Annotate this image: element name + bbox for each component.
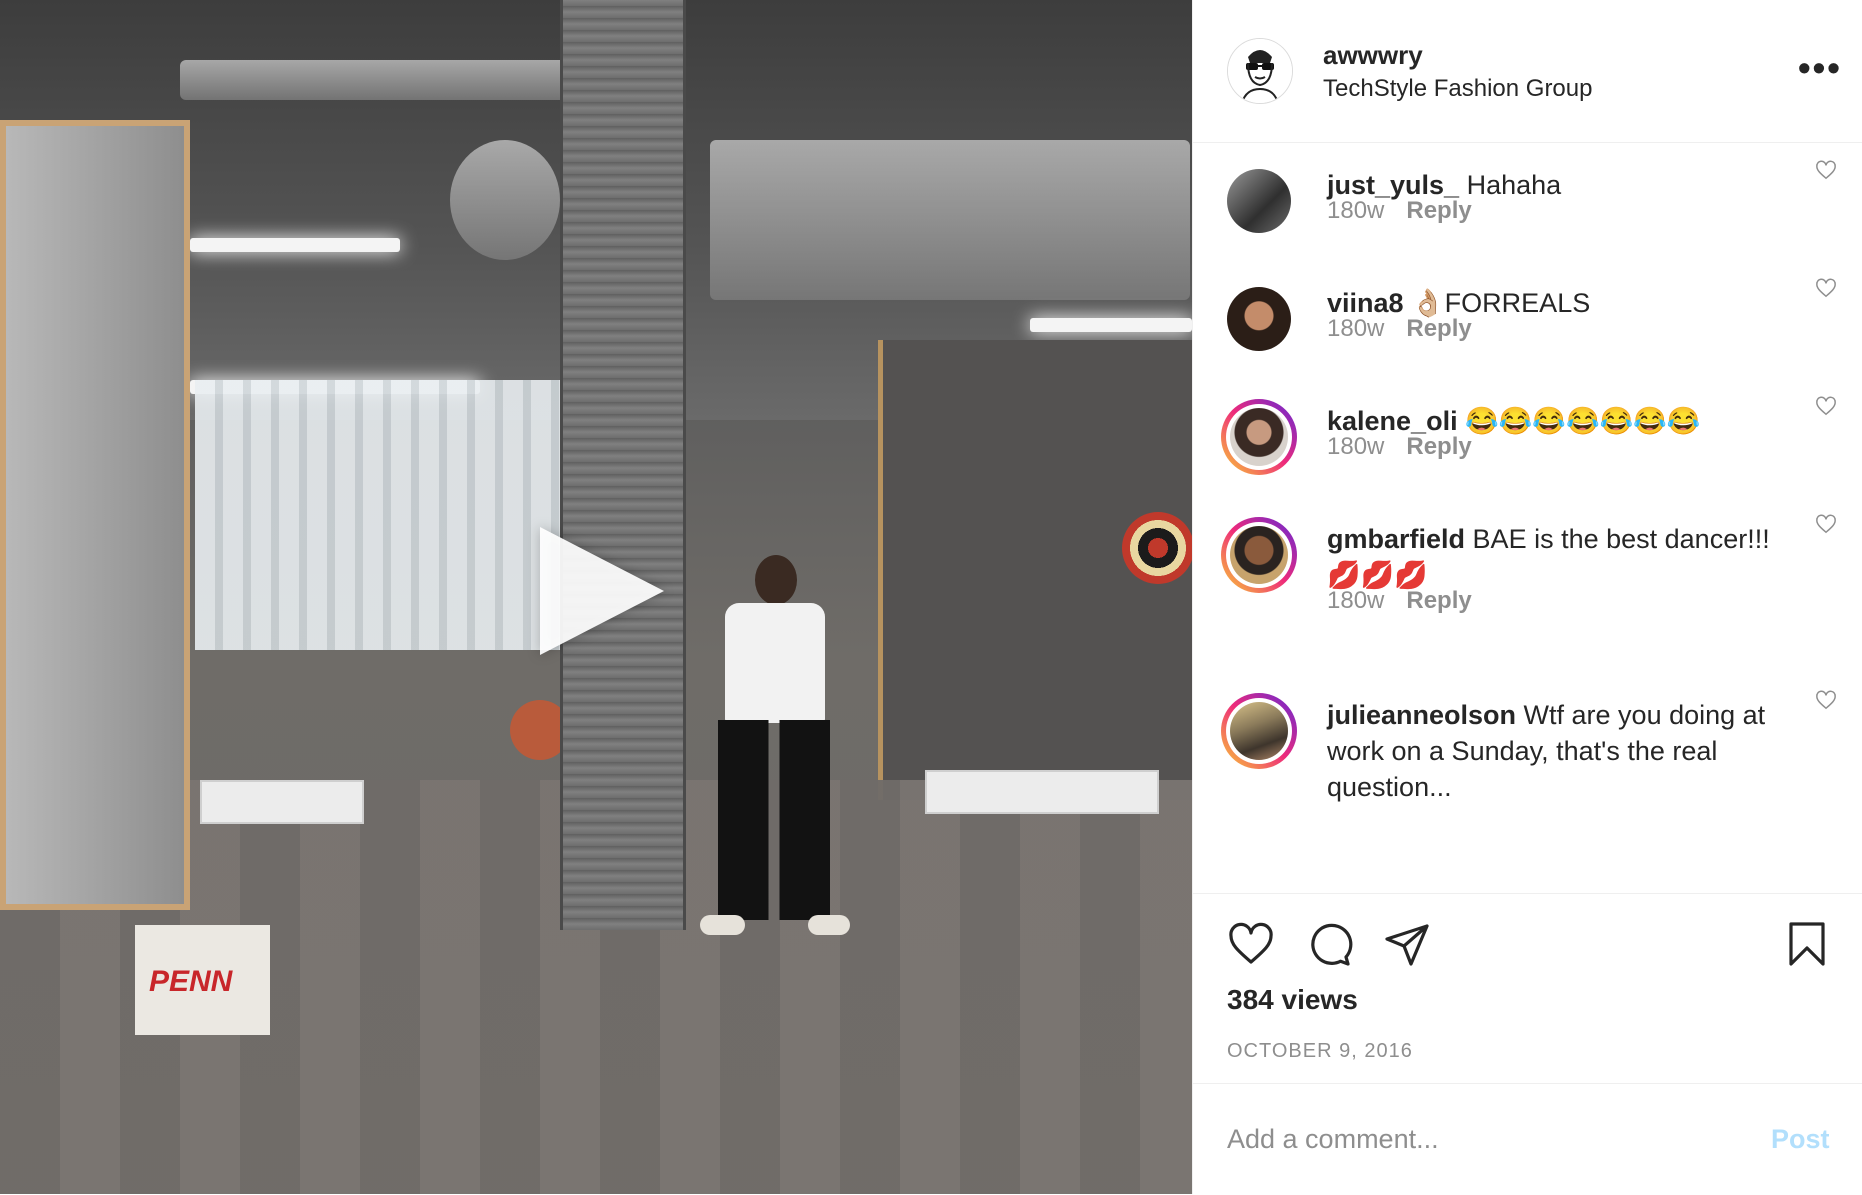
reply-button[interactable]: Reply — [1406, 587, 1471, 614]
comment-text: gmbarfield BAE is the best dancer!!! 💋💋💋 — [1327, 521, 1787, 593]
comment-like-icon[interactable] — [1815, 689, 1837, 711]
comment-body: 👌🏼FORREALS — [1411, 288, 1591, 318]
reply-button[interactable]: Reply — [1406, 433, 1471, 460]
avatar-photo — [1230, 408, 1288, 466]
commenter-username[interactable]: viina8 — [1327, 288, 1404, 318]
video-dartboard — [1122, 512, 1192, 584]
video-desk — [925, 770, 1159, 814]
video-ceiling-light — [1030, 318, 1192, 332]
video-pillar — [560, 0, 686, 930]
comments-list[interactable]: just_yuls_ Hahaha 180w Reply viina8 👌🏼FOR… — [1193, 143, 1862, 893]
play-icon[interactable] — [540, 527, 664, 655]
video-duct — [450, 140, 560, 260]
commenter-avatar[interactable] — [1221, 693, 1297, 769]
video-duct — [180, 60, 600, 100]
avatar-photo — [1230, 702, 1288, 760]
video-ceiling-light — [190, 238, 400, 252]
video-desk — [200, 780, 364, 824]
video-windows — [195, 380, 565, 650]
post-comment-button[interactable]: Post — [1771, 1124, 1830, 1155]
comment-meta: 180w Reply — [1327, 315, 1472, 343]
comment-time: 180w — [1327, 315, 1385, 342]
commenter-username[interactable]: kalene_oli — [1327, 406, 1458, 436]
comment-bubble-icon[interactable] — [1305, 920, 1353, 968]
comment-like-icon[interactable] — [1815, 277, 1837, 299]
paper-plane-icon[interactable] — [1383, 920, 1431, 968]
post-actions: 384 views OCTOBER 9, 2016 — [1193, 893, 1862, 1084]
comment-time: 180w — [1327, 433, 1385, 460]
view-count[interactable]: 384 views — [1227, 984, 1358, 1016]
video-box: PENN — [135, 925, 270, 1035]
comment-meta: 180w Reply — [1327, 197, 1472, 225]
comment-like-icon[interactable] — [1815, 513, 1837, 535]
post-location[interactable]: TechStyle Fashion Group — [1323, 75, 1592, 103]
add-comment-bar: Post — [1193, 1083, 1862, 1195]
commenter-avatar[interactable] — [1221, 517, 1297, 593]
comment-time: 180w — [1327, 587, 1385, 614]
comment-input[interactable] — [1227, 1124, 1727, 1155]
comment-like-icon[interactable] — [1815, 395, 1837, 417]
post-video[interactable]: PENN — [0, 0, 1192, 1194]
video-duct — [710, 140, 1190, 300]
heart-icon[interactable] — [1227, 920, 1275, 968]
post-header: awwwry TechStyle Fashion Group ••• — [1193, 0, 1862, 143]
comment-body: Hahaha — [1466, 170, 1562, 200]
commenter-avatar[interactable] — [1221, 399, 1297, 475]
video-whiteboard — [0, 120, 190, 910]
post-sidebar: awwwry TechStyle Fashion Group ••• just_… — [1192, 0, 1862, 1194]
box-logo: PENN — [149, 965, 233, 998]
comment-meta: 180w Reply — [1327, 433, 1472, 461]
commenter-username[interactable]: gmbarfield — [1327, 524, 1465, 554]
comment-meta: 180w Reply — [1327, 587, 1472, 615]
more-horizontal-icon[interactable]: ••• — [1798, 50, 1842, 86]
avatar-photo — [1230, 526, 1288, 584]
post-date[interactable]: OCTOBER 9, 2016 — [1227, 1040, 1413, 1063]
comment-body: 😂😂😂😂😂😂😂 — [1465, 406, 1701, 436]
comment-like-icon[interactable] — [1815, 159, 1837, 181]
comment-text: julieanneolson Wtf are you doing at work… — [1327, 697, 1787, 805]
author-avatar[interactable] — [1227, 38, 1293, 104]
commenter-username[interactable]: julieanneolson — [1327, 700, 1516, 730]
reply-button[interactable]: Reply — [1406, 315, 1471, 342]
video-dancer — [700, 555, 850, 955]
bookmark-icon[interactable] — [1783, 920, 1831, 968]
comment-time: 180w — [1327, 197, 1385, 224]
reply-button[interactable]: Reply — [1406, 197, 1471, 224]
commenter-avatar[interactable] — [1227, 169, 1291, 233]
commenter-avatar[interactable] — [1227, 287, 1291, 351]
commenter-username[interactable]: just_yuls_ — [1327, 170, 1459, 200]
author-username[interactable]: awwwry — [1323, 40, 1423, 71]
